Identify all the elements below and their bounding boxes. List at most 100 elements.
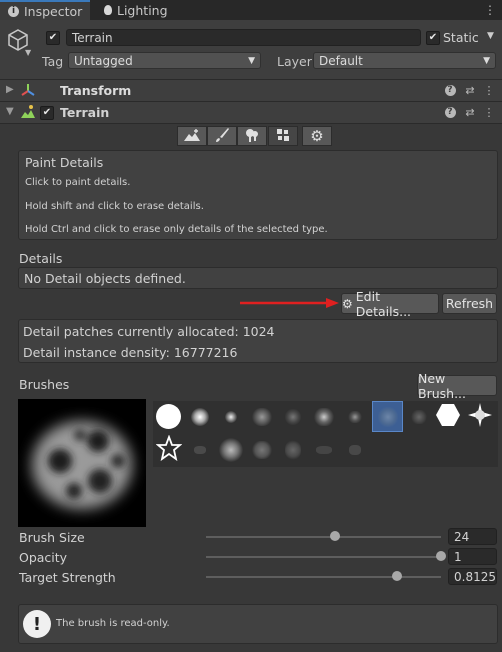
paint-details-help-box: Paint Details Click to paint details. Ho… xyxy=(18,150,498,240)
new-brush-label: New Brush... xyxy=(418,370,466,401)
brush-item[interactable] xyxy=(246,401,277,432)
tab-menu-icon[interactable]: ⋮ xyxy=(484,3,496,17)
layer-label: Layer xyxy=(277,54,312,69)
target-strength-label: Target Strength xyxy=(19,570,116,585)
brush-item[interactable] xyxy=(153,434,184,465)
paint-trees-tool[interactable] xyxy=(237,126,267,146)
info-icon: i xyxy=(8,5,19,17)
noise-brush-icon xyxy=(315,445,332,454)
brush-item[interactable] xyxy=(432,401,463,432)
brush-item[interactable] xyxy=(308,401,339,432)
mountain-plus-icon xyxy=(183,128,201,145)
brush-item-selected[interactable] xyxy=(372,401,403,432)
detail-list-empty-text: No Detail objects defined. xyxy=(24,271,186,286)
opacity-field[interactable]: 1 xyxy=(448,548,497,565)
brush-size-slider-thumb[interactable] xyxy=(330,531,341,541)
paint-details-line1: Click to paint details. xyxy=(25,177,131,188)
noise-brush-icon xyxy=(251,407,272,426)
terrain-icon xyxy=(20,104,36,123)
target-strength-slider[interactable] xyxy=(206,576,441,578)
transform-icon xyxy=(20,82,36,101)
paint-details-tool[interactable] xyxy=(268,126,298,146)
expand-arrow-icon[interactable]: ▶ xyxy=(6,84,14,95)
brush-size-slider[interactable] xyxy=(206,536,441,538)
terrain-component-header[interactable]: ▼ ✔ Terrain ? ⇄ ⋮ xyxy=(0,101,502,124)
tag-dropdown[interactable]: Untagged ▼ xyxy=(68,52,261,69)
paint-details-title: Paint Details xyxy=(25,155,104,170)
brush-size-field[interactable]: 24 xyxy=(448,528,497,545)
component-menu-icon[interactable]: ⋮ xyxy=(482,83,496,97)
component-menu-icon[interactable]: ⋮ xyxy=(482,105,496,119)
transform-component-header[interactable]: ▶ Transform ? ⇄ ⋮ xyxy=(0,79,502,102)
refresh-button[interactable]: Refresh xyxy=(442,293,497,314)
opacity-slider[interactable] xyxy=(206,556,441,558)
icon-dropdown-icon[interactable]: ▼ xyxy=(25,48,31,57)
static-checkbox[interactable]: ✔ xyxy=(426,31,440,45)
brush-item[interactable] xyxy=(277,401,308,432)
tab-lighting[interactable]: Lighting xyxy=(96,0,176,20)
terrain-enabled-checkbox[interactable]: ✔ xyxy=(40,106,54,120)
lightbulb-icon xyxy=(104,5,112,15)
brush-item[interactable] xyxy=(277,434,308,465)
tab-inspector[interactable]: i Inspector xyxy=(0,0,91,20)
name-field[interactable]: Terrain xyxy=(66,29,421,46)
brush-item[interactable] xyxy=(308,434,339,465)
static-label: Static xyxy=(443,30,479,45)
noise-brush-icon xyxy=(284,439,301,460)
tab-lighting-label: Lighting xyxy=(117,2,168,18)
opacity-slider-thumb[interactable] xyxy=(436,551,446,561)
tab-bar: i Inspector Lighting ⋮ xyxy=(0,0,502,20)
paintbrush-icon xyxy=(214,127,230,146)
target-strength-field[interactable]: 0.8125 xyxy=(448,568,497,585)
transform-title: Transform xyxy=(60,83,132,98)
star-brush-icon xyxy=(155,434,182,464)
layer-dropdown[interactable]: Default ▼ xyxy=(313,52,496,69)
soft-brush-icon xyxy=(224,410,237,423)
brush-item[interactable] xyxy=(403,401,434,432)
brush-item[interactable] xyxy=(215,401,246,432)
name-value: Terrain xyxy=(72,30,113,45)
noise-brush-icon xyxy=(193,445,206,454)
splatter-brush-icon xyxy=(313,407,334,426)
brush-grid xyxy=(153,401,498,467)
brush-item[interactable] xyxy=(246,434,277,465)
presets-icon[interactable]: ⇄ xyxy=(463,105,477,119)
brush-item[interactable] xyxy=(339,434,370,465)
detail-density-text: Detail instance density: 16777216 xyxy=(23,345,238,360)
brush-item[interactable] xyxy=(184,401,215,432)
raise-terrain-tool[interactable] xyxy=(177,126,207,146)
annotation-arrow-icon xyxy=(240,297,340,312)
edit-details-label: Edit Details... xyxy=(355,288,412,319)
opacity-label: Opacity xyxy=(19,550,68,565)
new-brush-button[interactable]: New Brush... xyxy=(417,371,497,401)
chevron-down-icon: ▼ xyxy=(248,55,255,66)
active-checkbox[interactable]: ✔ xyxy=(46,31,60,45)
grass-brush-icon xyxy=(410,409,427,424)
brush-item[interactable] xyxy=(339,401,370,432)
help-icon[interactable]: ? xyxy=(443,83,457,97)
readonly-warning-box: ! The brush is read-only. xyxy=(18,604,498,644)
brush-item[interactable] xyxy=(184,434,215,465)
trees-icon xyxy=(244,127,260,146)
help-icon[interactable]: ? xyxy=(443,105,457,119)
noise-brush-icon xyxy=(251,440,272,459)
target-strength-slider-thumb[interactable] xyxy=(391,571,402,581)
details-header: Details xyxy=(19,251,63,266)
brush-item[interactable] xyxy=(153,401,184,432)
terrain-title: Terrain xyxy=(60,105,110,120)
collapse-arrow-icon[interactable]: ▼ xyxy=(6,106,14,117)
warning-icon: ! xyxy=(23,610,51,638)
brush-size-label: Brush Size xyxy=(19,530,85,545)
detail-list[interactable]: No Detail objects defined. xyxy=(18,267,498,289)
edit-details-button[interactable]: ⚙ Edit Details... xyxy=(341,289,439,319)
opacity-value: 1 xyxy=(454,549,462,564)
brush-item[interactable] xyxy=(464,401,495,432)
presets-icon[interactable]: ⇄ xyxy=(463,83,477,97)
tab-inspector-label: Inspector xyxy=(24,3,83,19)
brush-item[interactable] xyxy=(215,434,246,465)
paint-texture-tool[interactable] xyxy=(207,126,237,146)
gear-icon: ⚙ xyxy=(310,127,324,145)
splatter-brush-icon xyxy=(377,406,398,427)
terrain-settings-tool[interactable]: ⚙ xyxy=(302,126,332,146)
static-dropdown-icon[interactable]: ▼ xyxy=(487,31,494,41)
